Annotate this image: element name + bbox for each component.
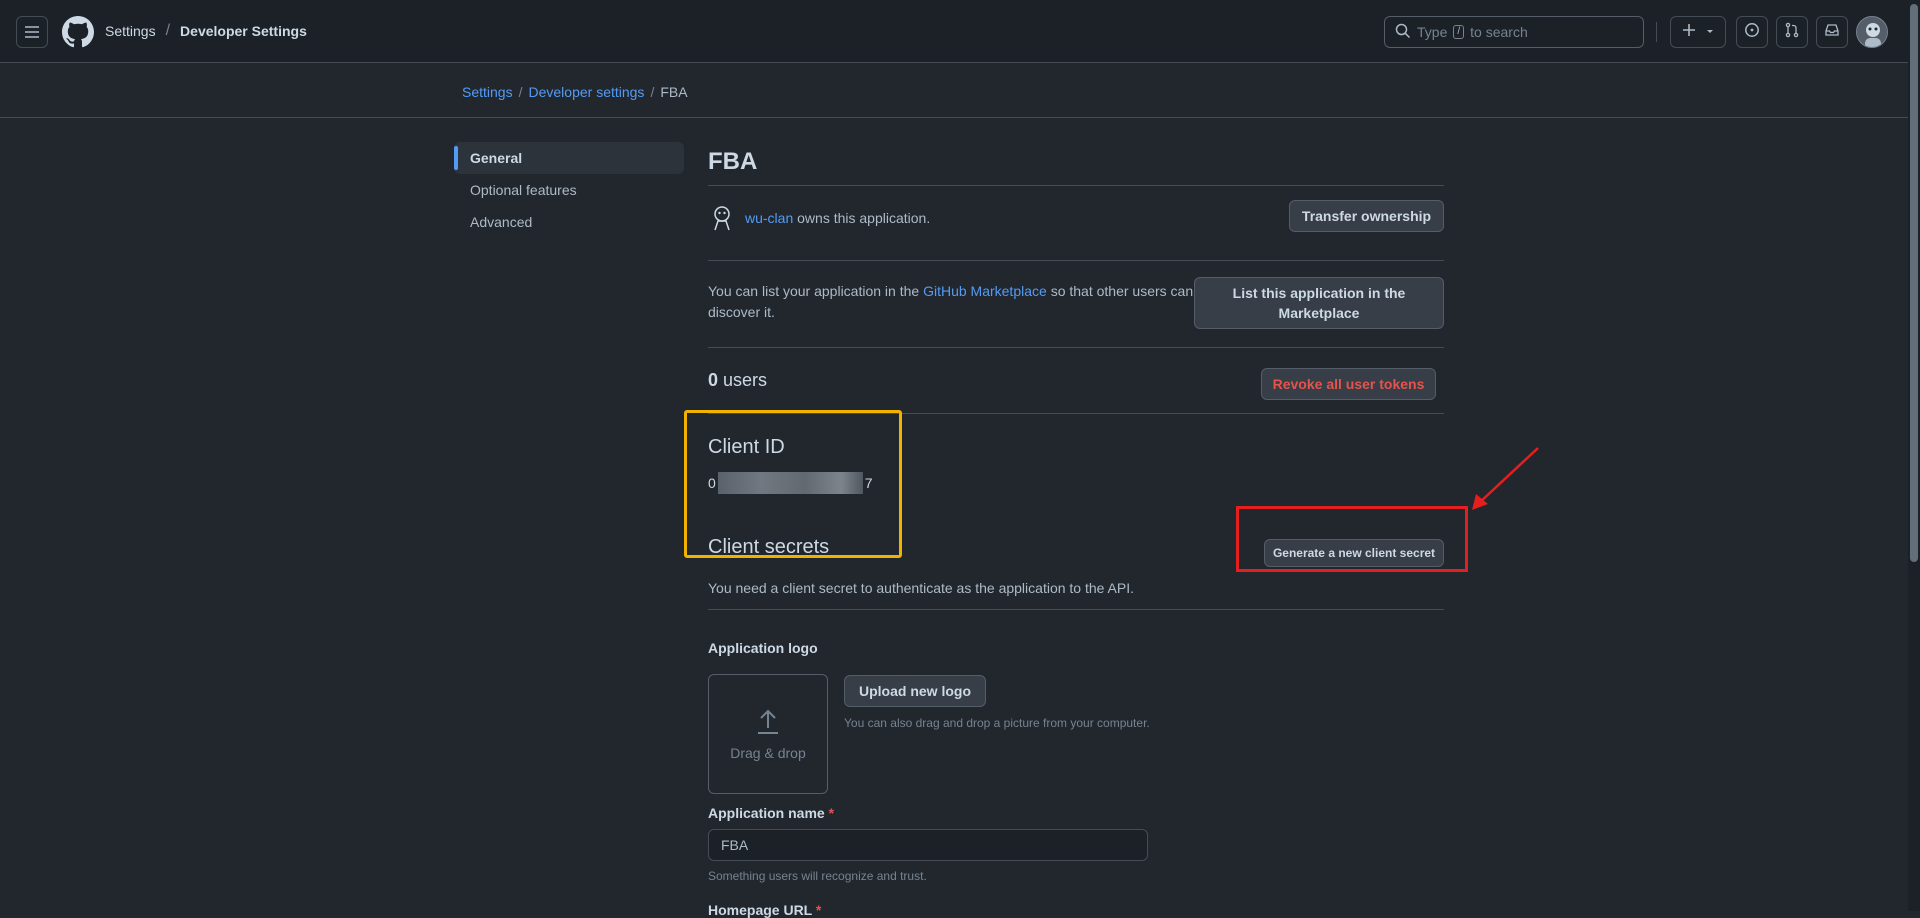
breadcrumb-bar: Settings / Developer settings / FBA [0,63,1908,118]
sidebar-item-general[interactable]: General [454,142,684,174]
logo-dropzone[interactable]: Drag & drop [708,674,828,794]
issue-icon [1744,22,1760,43]
homepage-url-label-text: Homepage URL [708,902,812,918]
context-settings-link[interactable]: Settings [105,23,156,39]
inbox-button[interactable] [1816,16,1848,48]
breadcrumb-separator: / [650,84,655,100]
triangle-down-icon [1705,23,1715,41]
client-id-end: 7 [864,475,873,491]
search-input[interactable]: Type / to search [1384,16,1644,48]
sidebar-item-optional-features[interactable]: Optional features [454,174,684,206]
global-header: Settings / Developer Settings Type / to … [0,0,1908,63]
application-name-input[interactable] [708,829,1148,861]
owner-suffix: owns this application. [797,210,931,226]
annotation-arrow-icon [1472,447,1539,510]
application-logo-label: Application logo [708,640,818,656]
revoke-tokens-button[interactable]: Revoke all user tokens [1261,368,1436,400]
breadcrumb-settings[interactable]: Settings [462,84,513,100]
page-scrollbar[interactable] [1908,0,1920,911]
required-mark: * [828,805,835,821]
header-context: Settings / Developer Settings [105,22,307,40]
dropzone-text: Drag & drop [730,744,806,761]
client-credentials-section: Client ID 0 7 Client secrets Generate a … [708,414,1444,610]
transfer-ownership-button[interactable]: Transfer ownership [1289,200,1444,232]
search-placeholder-prefix: Type [1417,24,1448,40]
owner-avatar[interactable] [708,203,736,231]
user-avatar[interactable] [1856,16,1888,48]
list-in-marketplace-button[interactable]: List this application in the Marketplace [1194,277,1444,329]
users-row: 0 users Revoke all user tokens [708,348,1444,414]
issues-button[interactable] [1736,16,1768,48]
search-icon [1395,23,1411,42]
plus-icon [1681,22,1697,43]
breadcrumb: Settings / Developer settings / FBA [462,84,688,100]
breadcrumb-separator: / [518,84,523,100]
breadcrumb-current: FBA [660,84,688,100]
required-mark: * [815,902,822,918]
marketplace-prefix: You can list your application in the [708,283,920,299]
client-id-redaction [717,472,863,494]
settings-sidebar: General Optional features Advanced [454,142,684,238]
context-current[interactable]: Developer Settings [180,23,307,39]
generate-client-secret-button[interactable]: Generate a new client secret [1264,539,1444,567]
client-secret-description: You need a client secret to authenticate… [708,580,1135,596]
client-secrets-heading: Client secrets [708,536,830,558]
sidebar-item-advanced[interactable]: Advanced [454,206,684,238]
owner-text: wu-clan owns this application. [745,210,930,226]
upload-note: You can also drag and drop a picture fro… [844,716,1150,730]
marketplace-row: You can list your application in the Git… [708,261,1444,348]
homepage-url-label: Homepage URL * [708,902,821,918]
marketplace-link[interactable]: GitHub Marketplace [923,283,1047,299]
github-logo-icon[interactable] [62,16,94,48]
marketplace-text: You can list your application in the Git… [708,281,1208,323]
client-id-heading: Client ID [708,436,785,458]
hamburger-icon[interactable] [16,16,48,48]
users-count: 0 [708,370,719,390]
pull-requests-button[interactable] [1776,16,1808,48]
client-id-start: 0 [708,475,716,491]
owner-link[interactable]: wu-clan [745,210,793,226]
application-name-label-text: Application name [708,805,825,821]
inbox-icon [1824,22,1840,43]
users-label: users [723,370,768,390]
upload-logo-button[interactable]: Upload new logo [844,675,986,707]
upload-icon [756,708,780,739]
client-id-value: 0 7 [708,472,873,494]
search-placeholder-suffix: to search [1470,24,1528,40]
application-name-label: Application name * [708,805,834,821]
users-count-heading: 0 users [708,370,767,391]
header-divider [1656,22,1657,42]
pull-request-icon [1784,22,1800,43]
breadcrumb-developer-settings[interactable]: Developer settings [528,84,644,100]
application-name-note: Something users will recognize and trust… [708,869,927,883]
page-title: FBA [708,138,1444,186]
main-content: FBA wu-clan owns this application. Trans… [708,138,1444,610]
owner-row: wu-clan owns this application. Transfer … [708,186,1444,261]
context-separator: / [165,22,171,39]
create-new-button[interactable] [1670,16,1726,48]
search-shortcut-key: / [1453,25,1465,39]
scrollbar-thumb[interactable] [1910,4,1918,562]
